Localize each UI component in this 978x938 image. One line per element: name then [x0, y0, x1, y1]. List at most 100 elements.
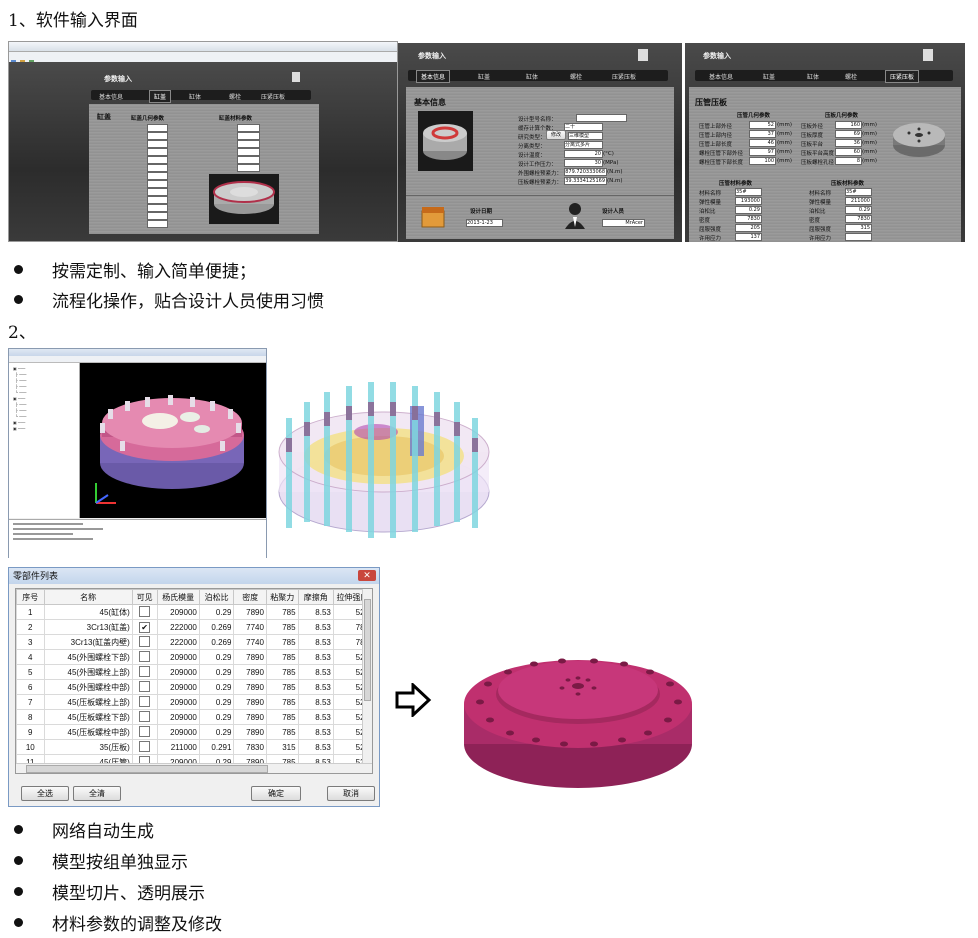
- column-header[interactable]: 可见: [131, 589, 158, 605]
- visible-checkbox[interactable]: [139, 635, 151, 647]
- table-row[interactable]: 33Cr13(缸盖内壁)2220000.26977407858.53785: [16, 634, 372, 650]
- visible-checkbox[interactable]: [139, 650, 151, 662]
- select-separation-type[interactable]: 分离式多片: [564, 141, 603, 149]
- tube-length-top-field[interactable]: 46: [749, 139, 776, 147]
- visible-checkbox-cell[interactable]: [131, 634, 158, 650]
- plate-platform-height-field[interactable]: 60: [835, 148, 862, 156]
- horizontal-scrollbar[interactable]: [16, 763, 372, 773]
- tube-yield-field[interactable]: 205: [735, 224, 762, 232]
- vertical-scrollbar[interactable]: [362, 589, 372, 763]
- column-header[interactable]: 名称: [43, 589, 133, 605]
- column-header[interactable]: 泊松比: [198, 589, 235, 605]
- table-row[interactable]: 23Cr13(缸盖)✔2220000.26977407858.53785: [16, 619, 372, 635]
- plate-density-field[interactable]: 7830: [845, 215, 872, 223]
- tab-body[interactable]: 缸体: [189, 92, 201, 101]
- plate-allow-field[interactable]: [845, 233, 872, 241]
- column-header[interactable]: 摩擦角: [297, 589, 334, 605]
- visible-checkbox-cell[interactable]: [131, 679, 158, 695]
- plate-thickness-field[interactable]: 69: [835, 130, 862, 138]
- column-header[interactable]: 序号: [16, 589, 45, 605]
- press-tube-geo-title: 压管几何参数: [737, 113, 771, 119]
- tube-poisson-field[interactable]: 0.29: [735, 206, 762, 214]
- visible-checkbox-cell[interactable]: [131, 604, 158, 620]
- visible-checkbox-cell[interactable]: [131, 664, 158, 680]
- column-header[interactable]: 粘聚力: [265, 589, 299, 605]
- tube-length-bottom-field[interactable]: 100: [749, 157, 776, 165]
- visible-checkbox-cell[interactable]: [131, 724, 158, 740]
- plate-yield-field[interactable]: 315: [845, 224, 872, 232]
- tab-cover[interactable]: 缸盖: [478, 72, 490, 81]
- table-cell: 8.53: [297, 724, 334, 740]
- field-plate-bolt-preload[interactable]: 39.3334125169: [564, 177, 607, 185]
- visible-checkbox[interactable]: [139, 740, 151, 752]
- tube-outer-top-field[interactable]: 52: [749, 121, 776, 129]
- plate-bolt-hole-field[interactable]: 8: [835, 157, 862, 165]
- select-study-type[interactable]: 三维模型: [568, 132, 603, 140]
- table-row[interactable]: 1035(压板)2110000.29178303158.53523: [16, 739, 372, 755]
- designer-field[interactable]: MrAcer: [602, 219, 645, 227]
- plate-outer-field[interactable]: 160: [835, 121, 862, 129]
- visible-checkbox[interactable]: [139, 680, 151, 692]
- field-design-pressure[interactable]: 30: [564, 159, 603, 167]
- tab-cover[interactable]: 缸盖: [149, 90, 172, 103]
- tube-outer-bottom-field[interactable]: 97: [749, 148, 776, 156]
- select-cache-count[interactable]: 二十: [564, 123, 603, 131]
- cancel-button[interactable]: 取消: [327, 786, 375, 801]
- plate-platform-field[interactable]: 36: [835, 139, 862, 147]
- visible-checkbox-cell[interactable]: [131, 709, 158, 725]
- tube-youngs-field[interactable]: 193000: [735, 197, 762, 205]
- visible-checkbox-cell[interactable]: [131, 649, 158, 665]
- tube-material-select[interactable]: 35#: [735, 188, 762, 196]
- visible-checkbox[interactable]: [139, 710, 151, 722]
- tube-inner-top-field[interactable]: 37: [749, 130, 776, 138]
- modify-button[interactable]: 修改: [546, 130, 566, 140]
- table-cell: 1: [16, 604, 45, 620]
- field-model-name[interactable]: [576, 114, 627, 122]
- table-row[interactable]: 145(缸体)2090000.2978907858.53523: [16, 604, 372, 620]
- column-header[interactable]: 杨氏模量: [156, 589, 200, 605]
- table-row[interactable]: 945(压板螺栓中部)2090000.2978907858.53523: [16, 724, 372, 740]
- design-date-field[interactable]: 2013-1-23: [466, 219, 503, 227]
- tab-press-plate[interactable]: 压紧压板: [261, 92, 285, 101]
- model-tree-panel[interactable]: ▣ ─── ├ ─── ├ ─── ├ ─── └ ─── ▣ ─── ├ ───…: [9, 363, 80, 518]
- close-icon[interactable]: ✕: [358, 570, 376, 581]
- tab-cover[interactable]: 缸盖: [763, 72, 775, 81]
- tube-density-field[interactable]: 7830: [735, 215, 762, 223]
- tube-allow-field[interactable]: 137: [735, 233, 762, 241]
- visible-checkbox-cell[interactable]: [131, 739, 158, 755]
- visible-checkbox[interactable]: [139, 725, 151, 737]
- tab-bolt[interactable]: 螺栓: [570, 72, 582, 81]
- 3d-viewport[interactable]: [80, 363, 266, 518]
- tab-press-plate[interactable]: 压紧压板: [885, 70, 920, 83]
- clear-all-button[interactable]: 全清: [73, 786, 121, 801]
- plate-youngs-field[interactable]: 211000: [845, 197, 872, 205]
- visible-checkbox-cell[interactable]: ✔: [131, 619, 158, 635]
- table-row[interactable]: 545(外围螺栓上部)2090000.2978907858.53523: [16, 664, 372, 680]
- column-header[interactable]: 密度: [233, 589, 267, 605]
- select-all-button[interactable]: 全选: [21, 786, 69, 801]
- tab-bolt[interactable]: 螺栓: [229, 92, 241, 101]
- table-row[interactable]: 445(外围螺栓下部)2090000.2978907858.53523: [16, 649, 372, 665]
- tab-body[interactable]: 缸体: [526, 72, 538, 81]
- plate-poisson-field[interactable]: 0.29: [845, 206, 872, 214]
- table-row[interactable]: 745(压板螺栓上部)2090000.2978907858.53523: [16, 694, 372, 710]
- table-row[interactable]: 645(外围螺栓中部)2090000.2978907858.53523: [16, 679, 372, 695]
- visible-checkbox[interactable]: [139, 665, 151, 677]
- tab-basic-info[interactable]: 基本信息: [709, 72, 733, 81]
- plate-material-select[interactable]: 35#: [845, 188, 872, 196]
- field-design-temp[interactable]: 20: [564, 150, 603, 158]
- visible-checkbox-cell[interactable]: [131, 694, 158, 710]
- tab-body[interactable]: 缸体: [807, 72, 819, 81]
- visible-checkbox[interactable]: ✔: [139, 621, 151, 633]
- visible-checkbox[interactable]: [139, 695, 151, 707]
- screenshot-cover-params: 参数输入 基本信息 缸盖 缸体 螺栓 压紧压板 缸盖 缸盖几何参数 缸盖材料参数: [8, 41, 398, 242]
- ok-button[interactable]: 确定: [251, 786, 301, 801]
- visible-checkbox[interactable]: [139, 605, 151, 617]
- tab-basic-info[interactable]: 基本信息: [99, 92, 123, 101]
- table-row[interactable]: 845(压板螺栓下部)2090000.2978907858.53523: [16, 709, 372, 725]
- output-console[interactable]: [9, 519, 266, 558]
- tab-bolt[interactable]: 螺栓: [845, 72, 857, 81]
- tab-press-plate[interactable]: 压紧压板: [612, 72, 636, 81]
- tab-basic-info[interactable]: 基本信息: [416, 70, 451, 83]
- field-outer-bolt-preload[interactable]: 879.720333068: [564, 168, 607, 176]
